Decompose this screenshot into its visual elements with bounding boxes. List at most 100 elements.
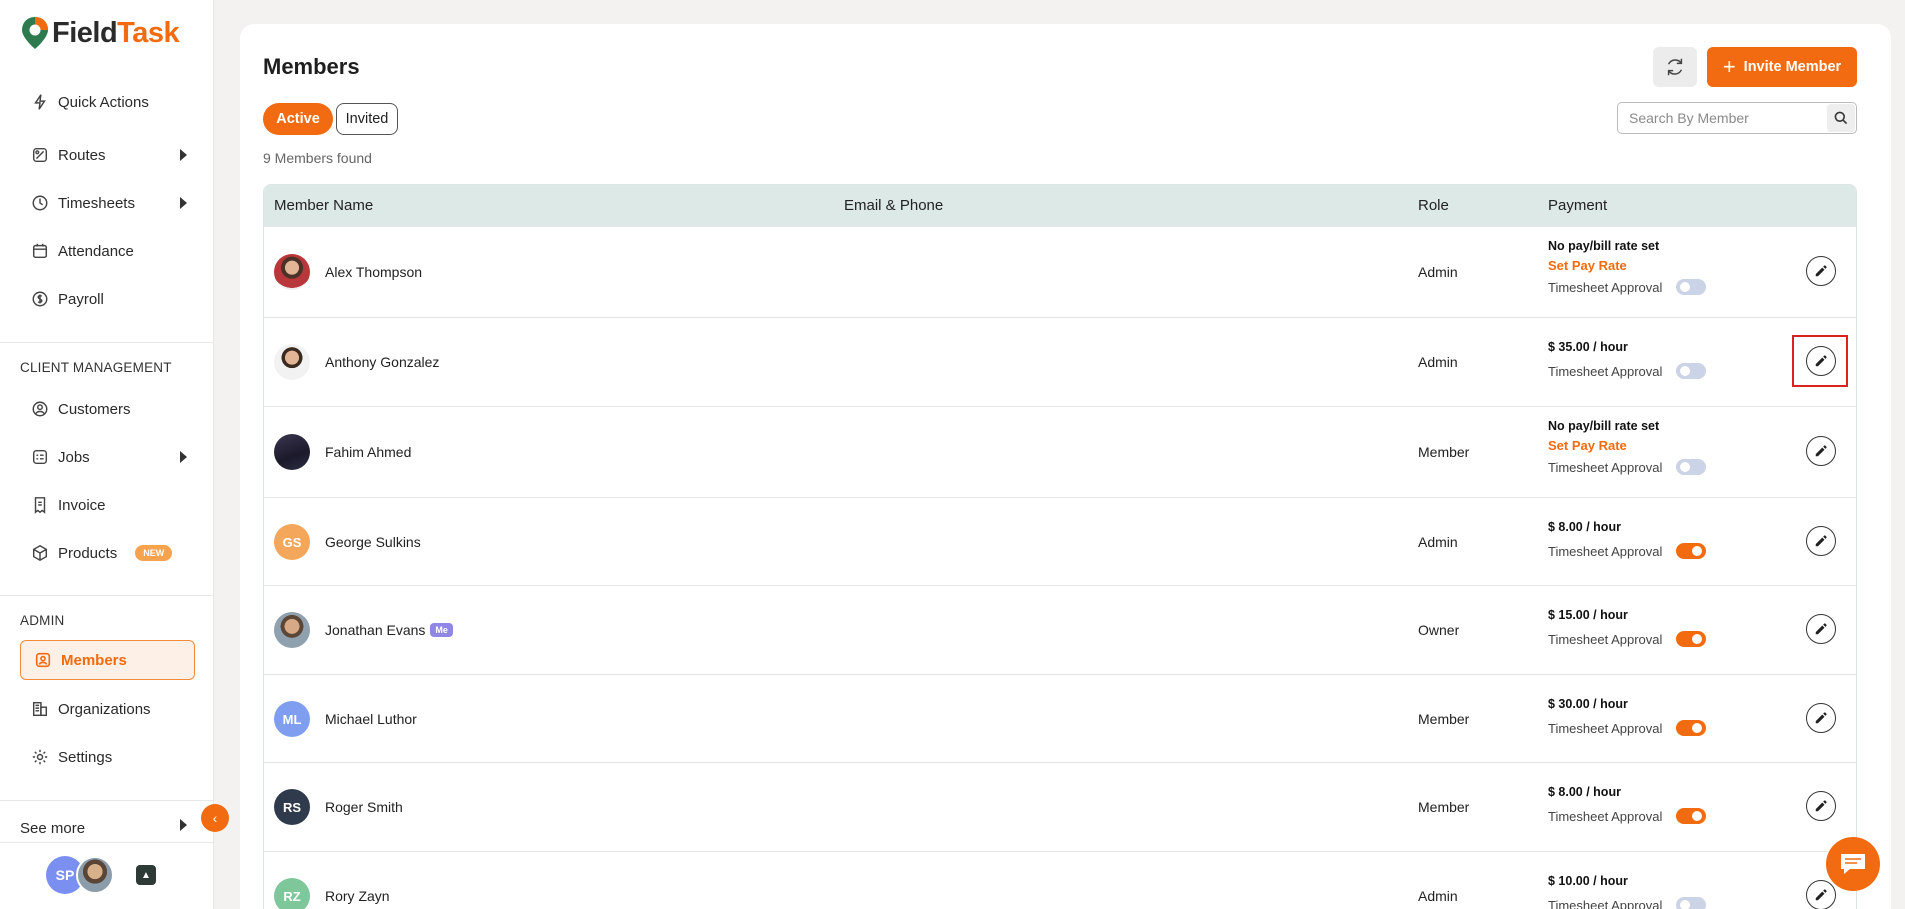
member-role: Member xyxy=(1418,799,1470,815)
edit-member-button[interactable] xyxy=(1806,614,1836,644)
column-header-contact: Email & Phone xyxy=(844,197,944,214)
sidebar-item-jobs[interactable]: Jobs xyxy=(30,443,90,471)
refresh-button[interactable] xyxy=(1653,47,1697,87)
table-row[interactable]: GS George Sulkins Admin $ 8.00 / hour Ti… xyxy=(264,497,1856,585)
see-more-link[interactable]: See more xyxy=(20,814,85,842)
table-row[interactable]: Fahim Ahmed Member No pay/bill rate set … xyxy=(264,406,1856,497)
payment-cell: $ 30.00 / hour Timesheet Approval xyxy=(1548,697,1707,736)
chat-button[interactable] xyxy=(1826,837,1880,891)
table-row[interactable]: RZ Rory Zayn Admin $ 10.00 / hour Timesh… xyxy=(264,851,1856,909)
edit-member-button[interactable] xyxy=(1806,256,1836,286)
timesheet-approval-label: Timesheet Approval xyxy=(1548,808,1663,824)
lightning-icon xyxy=(30,92,50,112)
pay-rate-status: No pay/bill rate set xyxy=(1548,239,1660,253)
member-name-cell: ML Michael Luthor xyxy=(274,701,417,737)
pencil-icon xyxy=(1815,712,1827,724)
timesheet-approval: Timesheet Approval xyxy=(1548,631,1707,647)
sidebar-item-quick-actions[interactable]: Quick Actions xyxy=(30,88,149,116)
set-pay-rate-link[interactable]: Set Pay Rate xyxy=(1548,438,1706,453)
edit-member-button[interactable] xyxy=(1806,703,1836,733)
chevron-up-icon[interactable]: ▲ xyxy=(136,865,156,885)
column-header-name: Member Name xyxy=(274,197,374,214)
sidebar-item-products[interactable]: Products NEW xyxy=(30,539,173,567)
section-title-client: CLIENT MANAGEMENT xyxy=(20,360,172,375)
timesheet-approval: Timesheet Approval xyxy=(1548,808,1707,824)
member-role: Admin xyxy=(1418,264,1458,280)
member-name-cell: GS George Sulkins xyxy=(274,524,421,560)
user-area[interactable]: SP ▲ xyxy=(46,856,156,894)
timesheet-approval-toggle[interactable] xyxy=(1676,363,1707,379)
member-name[interactable]: Michael Luthor xyxy=(325,711,417,727)
building-icon xyxy=(30,699,50,719)
pay-rate: $ 15.00 / hour xyxy=(1548,608,1628,622)
members-table: Member Name Email & Phone Role Payment A… xyxy=(263,184,1857,909)
chevron-right-icon[interactable] xyxy=(180,149,187,161)
member-name[interactable]: Alex Thompson xyxy=(325,264,422,280)
timesheet-approval-toggle[interactable] xyxy=(1676,897,1707,909)
route-icon xyxy=(30,145,50,165)
member-role: Admin xyxy=(1418,354,1458,370)
timesheet-approval-toggle[interactable] xyxy=(1676,543,1707,559)
collapse-sidebar-button[interactable]: ‹ xyxy=(201,804,229,832)
member-name[interactable]: Jonathan Evans xyxy=(325,622,425,638)
logo[interactable]: FieldTask xyxy=(21,16,180,50)
avatar xyxy=(274,254,310,290)
new-badge: NEW xyxy=(135,545,173,561)
sidebar-item-label: Attendance xyxy=(58,242,134,260)
tab-active[interactable]: Active xyxy=(263,103,333,135)
section-title-admin: ADMIN xyxy=(20,613,65,628)
member-role: Member xyxy=(1418,444,1470,460)
member-name[interactable]: Rory Zayn xyxy=(325,888,390,904)
avatar-photo[interactable] xyxy=(76,856,114,894)
payment-cell: $ 15.00 / hour Timesheet Approval xyxy=(1548,608,1707,647)
sidebar-item-settings[interactable]: Settings xyxy=(30,743,112,771)
sidebar-item-invoice[interactable]: Invoice xyxy=(30,491,106,519)
tab-invited[interactable]: Invited xyxy=(336,103,398,135)
member-name[interactable]: Anthony Gonzalez xyxy=(325,354,439,370)
timesheet-approval-toggle[interactable] xyxy=(1676,808,1707,824)
sidebar-item-routes[interactable]: Routes xyxy=(30,141,106,169)
sidebar-item-label: Invoice xyxy=(58,496,106,514)
calendar-icon xyxy=(30,241,50,261)
sidebar-item-customers[interactable]: Customers xyxy=(30,395,131,423)
edit-member-button[interactable] xyxy=(1806,436,1836,466)
edit-member-button[interactable] xyxy=(1806,880,1836,909)
highlight-box xyxy=(1792,335,1848,387)
table-row[interactable]: Jonathan Evans Me Owner $ 15.00 / hour T… xyxy=(264,585,1856,674)
table-row[interactable]: ML Michael Luthor Member $ 30.00 / hour … xyxy=(264,674,1856,762)
timesheet-approval-toggle[interactable] xyxy=(1676,279,1707,295)
chevron-right-icon[interactable] xyxy=(180,819,187,831)
chevron-right-icon[interactable] xyxy=(180,197,187,209)
sidebar-item-payroll[interactable]: Payroll xyxy=(30,285,104,313)
sidebar-item-attendance[interactable]: Attendance xyxy=(30,237,134,265)
timesheet-approval-toggle[interactable] xyxy=(1676,720,1707,736)
member-name[interactable]: George Sulkins xyxy=(325,534,421,550)
table-row[interactable]: RS Roger Smith Member $ 8.00 / hour Time… xyxy=(264,762,1856,851)
avatar: ML xyxy=(274,701,310,737)
edit-member-button[interactable] xyxy=(1806,791,1836,821)
table-row[interactable]: Anthony Gonzalez Admin $ 35.00 / hour Ti… xyxy=(264,317,1856,406)
invite-member-button[interactable]: + Invite Member xyxy=(1707,47,1857,87)
table-row[interactable]: Alex Thompson Admin No pay/bill rate set… xyxy=(264,226,1856,317)
sidebar-item-timesheets[interactable]: Timesheets xyxy=(30,189,135,217)
set-pay-rate-link[interactable]: Set Pay Rate xyxy=(1548,258,1706,273)
gear-icon xyxy=(30,747,50,767)
sidebar-item-organizations[interactable]: Organizations xyxy=(30,695,151,723)
timesheet-approval-toggle[interactable] xyxy=(1676,459,1707,475)
avatar xyxy=(274,344,310,380)
search-button[interactable] xyxy=(1827,104,1855,132)
chat-icon xyxy=(1841,854,1865,874)
dollar-icon xyxy=(30,289,50,309)
pay-rate: $ 30.00 / hour xyxy=(1548,697,1628,711)
member-name[interactable]: Fahim Ahmed xyxy=(325,444,411,460)
divider xyxy=(0,595,214,596)
edit-member-button[interactable] xyxy=(1806,526,1836,556)
user-circle-icon xyxy=(30,399,50,419)
timesheet-approval-toggle[interactable] xyxy=(1676,631,1707,647)
pay-rate: $ 10.00 / hour xyxy=(1548,874,1628,888)
timesheet-approval-label: Timesheet Approval xyxy=(1548,363,1663,379)
search-input[interactable] xyxy=(1629,110,1819,126)
sidebar-item-members[interactable]: Members xyxy=(20,640,195,680)
chevron-right-icon[interactable] xyxy=(180,451,187,463)
member-name[interactable]: Roger Smith xyxy=(325,799,403,815)
